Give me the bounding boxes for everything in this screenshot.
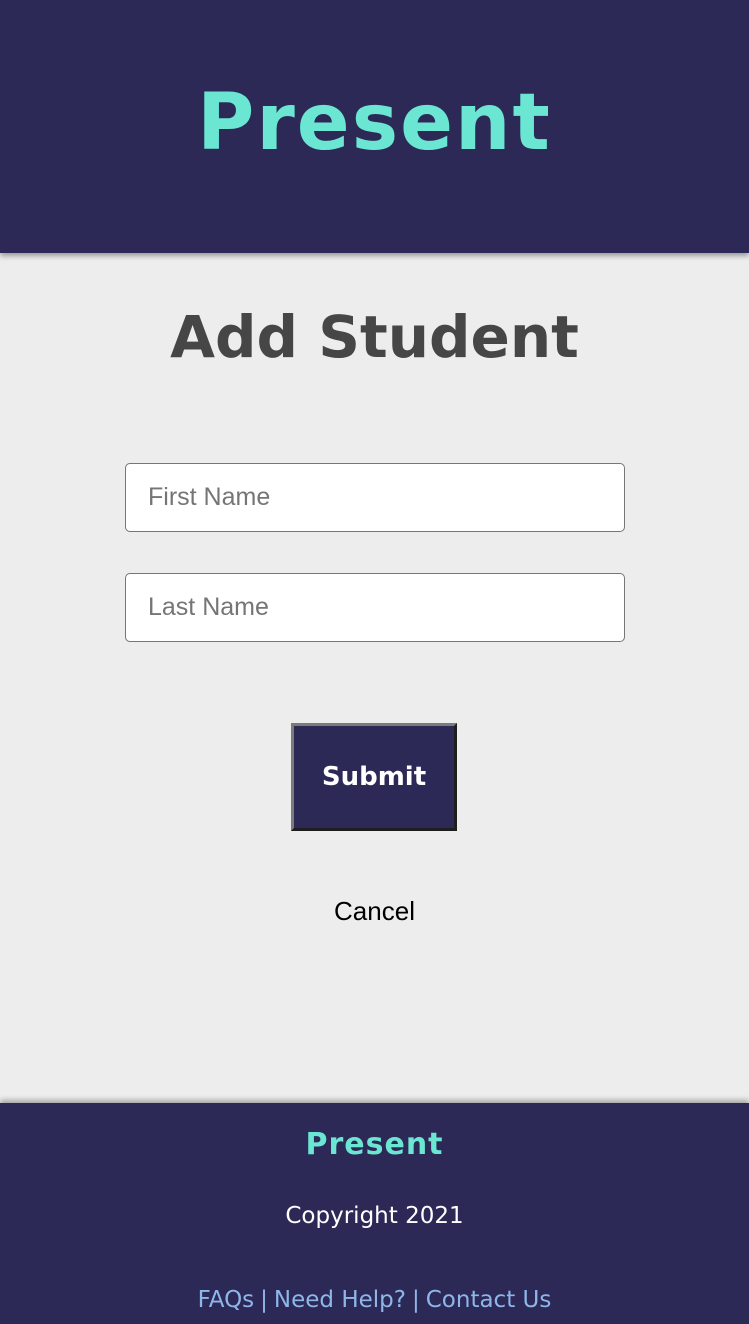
site-footer: Present Copyright 2021 FAQs | Need Help? | C… — [0, 1103, 749, 1324]
last-name-input[interactable] — [125, 573, 625, 642]
brand-logo[interactable]: Present — [0, 78, 749, 168]
contact-us-link[interactable]: Contact Us — [426, 1287, 552, 1313]
submit-button[interactable]: Submit — [291, 723, 457, 831]
cancel-link[interactable]: Cancel — [334, 896, 415, 926]
site-header: Present — [0, 0, 749, 253]
first-name-input[interactable] — [125, 463, 625, 532]
link-separator: | — [260, 1287, 268, 1313]
page-title: Add Student — [170, 303, 579, 371]
faqs-link[interactable]: FAQs — [198, 1287, 255, 1313]
link-separator: | — [411, 1287, 420, 1313]
footer-brand-logo[interactable]: Present — [0, 1125, 749, 1165]
footer-links: FAQs | Need Help? | Contact Us — [0, 1285, 749, 1315]
page: Present Add Student Submit Cancel Presen… — [0, 0, 749, 1324]
need-help-link[interactable]: Need Help? — [274, 1287, 406, 1313]
copyright-text: Copyright 2021 — [285, 1203, 464, 1229]
cancel-row: Cancel — [0, 894, 749, 928]
